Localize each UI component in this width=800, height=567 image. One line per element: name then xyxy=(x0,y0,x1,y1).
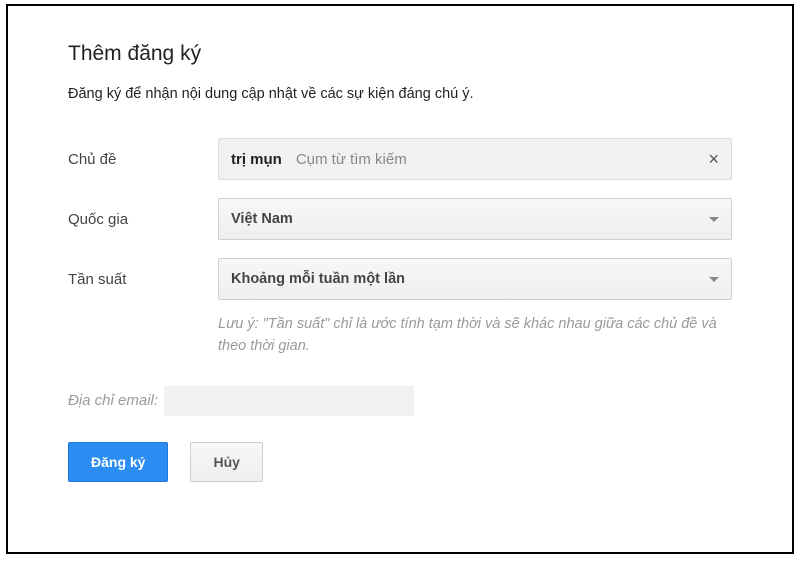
submit-button[interactable]: Đăng ký xyxy=(68,442,168,482)
country-label: Quốc gia xyxy=(68,211,218,228)
chevron-down-icon xyxy=(709,217,719,222)
frequency-row: Tần suất Khoảng mỗi tuần một lần xyxy=(68,258,732,300)
subscription-dialog: Thêm đăng ký Đăng ký để nhận nội dung cậ… xyxy=(6,4,794,554)
topic-hint: Cụm từ tìm kiếm xyxy=(296,151,407,168)
topic-input[interactable]: trị mụn Cụm từ tìm kiếm × xyxy=(218,138,732,180)
country-value: Việt Nam xyxy=(231,211,293,227)
cancel-button[interactable]: Hủy xyxy=(190,442,262,482)
frequency-select[interactable]: Khoảng mỗi tuần một lần xyxy=(218,258,732,300)
frequency-value: Khoảng mỗi tuần một lần xyxy=(231,271,405,287)
chevron-down-icon xyxy=(709,277,719,282)
topic-value: trị mụn xyxy=(231,151,282,168)
button-row: Đăng ký Hủy xyxy=(68,442,732,482)
dialog-subtitle: Đăng ký để nhận nội dung cập nhật về các… xyxy=(68,86,732,102)
email-field[interactable] xyxy=(164,386,414,416)
frequency-label: Tần suất xyxy=(68,271,218,288)
email-row: Địa chỉ email: xyxy=(68,386,732,416)
close-icon[interactable]: × xyxy=(708,150,719,168)
frequency-note: Lưu ý: "Tần suất" chỉ là ước tính tạm th… xyxy=(218,314,732,358)
country-select[interactable]: Việt Nam xyxy=(218,198,732,240)
frequency-note-row: Lưu ý: "Tần suất" chỉ là ước tính tạm th… xyxy=(68,318,732,386)
country-row: Quốc gia Việt Nam xyxy=(68,198,732,240)
email-label: Địa chỉ email: xyxy=(68,392,158,409)
dialog-title: Thêm đăng ký xyxy=(68,42,732,66)
topic-row: Chủ đề trị mụn Cụm từ tìm kiếm × xyxy=(68,138,732,180)
topic-label: Chủ đề xyxy=(68,151,218,168)
